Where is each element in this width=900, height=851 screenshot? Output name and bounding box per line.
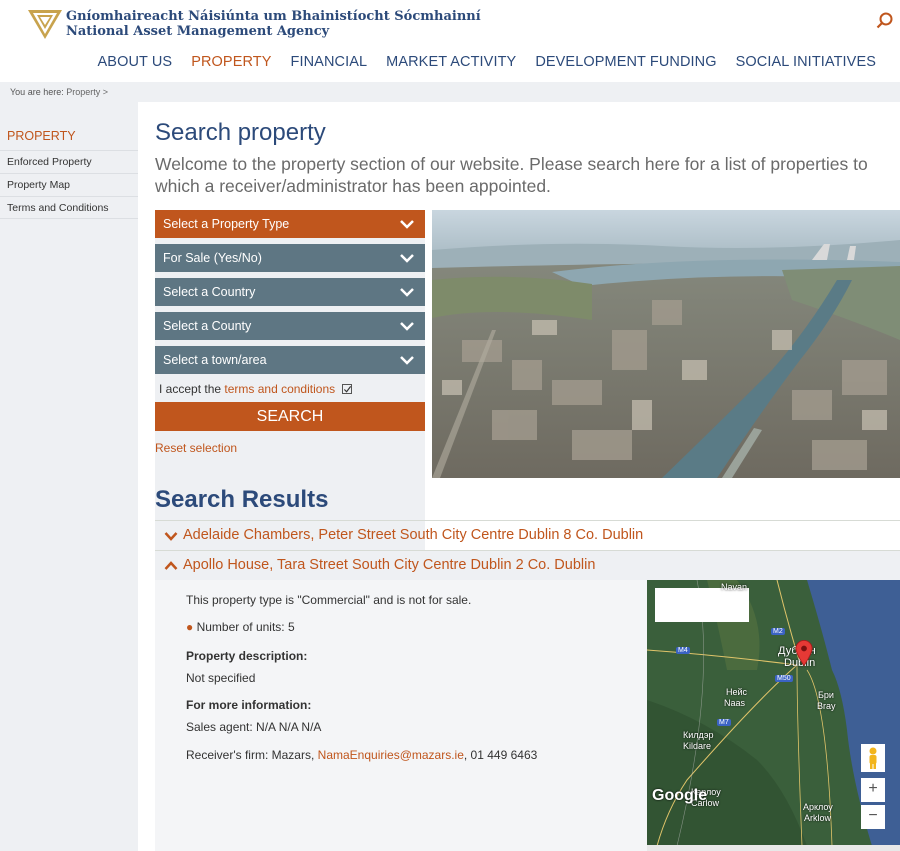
breadcrumb-prefix: You are here:: [10, 87, 64, 97]
sidebar-item-enforced-property[interactable]: Enforced Property: [0, 150, 138, 173]
org-name[interactable]: Gníomhaireacht Náisiúnta um Bhainistíoch…: [66, 9, 481, 39]
sidebar-item-property-map[interactable]: Property Map: [0, 173, 138, 196]
nav-about-us[interactable]: ABOUT US: [98, 54, 173, 70]
check-icon: [344, 385, 352, 393]
units-text: Number of units: 5: [196, 620, 295, 634]
description-value: Not specified: [186, 671, 256, 685]
org-name-irish: Gníomhaireacht Náisiúnta um Bhainistíoch…: [66, 9, 481, 24]
country-select[interactable]: Select a Country: [155, 278, 425, 306]
map-footer-bar: [647, 845, 900, 851]
terms-link[interactable]: terms and conditions: [224, 382, 335, 396]
search-results-title: Search Results: [155, 486, 329, 513]
chevron-down-icon: [400, 288, 414, 297]
map-zoom-out-button[interactable]: −: [861, 805, 885, 829]
receiver-email-link[interactable]: NamaEnquiries@mazars.ie: [318, 748, 464, 762]
map-label-bray: Bray: [817, 701, 836, 711]
info-heading: For more information:: [186, 698, 312, 712]
result-title: Apollo House, Tara Street South City Cen…: [183, 557, 596, 573]
google-logo: Google: [652, 787, 708, 804]
for-sale-label: For Sale (Yes/No): [163, 251, 262, 265]
sidebar: PROPERTY Enforced Property Property Map …: [0, 102, 138, 851]
chevron-up-icon: [164, 561, 178, 570]
pegman-icon: [869, 747, 877, 769]
result-detail: This property type is "Commercial" and i…: [155, 580, 647, 851]
result-title: Adelaide Chambers, Peter Street South Ci…: [183, 527, 644, 543]
map-label-kildare: Kildare: [683, 741, 712, 751]
sidebar-heading[interactable]: PROPERTY: [7, 129, 76, 143]
page-title: Search property: [155, 119, 326, 146]
nama-logo-icon[interactable]: [28, 8, 62, 40]
nav-property[interactable]: PROPERTY: [191, 54, 271, 70]
map-label-arklow: Arklow: [804, 813, 832, 823]
map-zoom-in-button[interactable]: +: [861, 778, 885, 802]
map-road-m50: M50: [775, 675, 793, 682]
for-sale-select[interactable]: For Sale (Yes/No): [155, 244, 425, 272]
country-label: Select a Country: [163, 285, 256, 299]
description-heading: Property description:: [186, 649, 308, 663]
main-nav: ABOUT US PROPERTY FINANCIAL MARKET ACTIV…: [79, 54, 876, 70]
result-apollo-house[interactable]: Apollo House, Tara Street South City Cen…: [155, 550, 900, 580]
map-road-m7: M7: [717, 719, 731, 726]
map-label-naas: Naas: [724, 698, 746, 708]
property-type-select[interactable]: Select a Property Type: [155, 210, 425, 238]
search-icon[interactable]: [876, 12, 894, 30]
property-type-line: This property type is "Commercial" and i…: [186, 593, 472, 607]
street-view-pegman[interactable]: [861, 744, 885, 772]
map-label-arklow-cyrillic: Арклоу: [803, 802, 833, 812]
terms-checkbox[interactable]: [342, 384, 353, 394]
county-select[interactable]: Select a County: [155, 312, 425, 340]
map-label-kildare-cyrillic: Килдэр: [683, 730, 714, 740]
nav-financial[interactable]: FINANCIAL: [291, 54, 368, 70]
receiver-phone: , 01 449 6463: [463, 748, 538, 762]
breadcrumb: You are here: Property >: [0, 82, 900, 102]
dublin-aerial-photo: [432, 210, 900, 478]
bullet-icon: ●: [186, 620, 194, 634]
receiver-prefix: Receiver's firm: Mazars,: [186, 748, 315, 762]
map-road-m2: M2: [771, 628, 785, 635]
town-area-label: Select a town/area: [163, 353, 267, 367]
map-type-control[interactable]: [655, 588, 749, 622]
chevron-down-icon: [400, 322, 414, 331]
chevron-down-icon: [400, 254, 414, 263]
map-pin-icon[interactable]: [795, 639, 813, 667]
breadcrumb-property[interactable]: Property >: [66, 87, 108, 97]
map-road-m4: M4: [676, 647, 690, 654]
sidebar-item-terms[interactable]: Terms and Conditions: [0, 196, 138, 219]
site-header: Gníomhaireacht Náisiúnta um Bhainistíoch…: [0, 0, 900, 82]
nav-development-funding[interactable]: DEVELOPMENT FUNDING: [535, 54, 716, 70]
org-name-english: National Asset Management Agency: [66, 24, 330, 39]
reset-selection-link[interactable]: Reset selection: [155, 441, 237, 455]
sales-agent-line: Sales agent: N/A N/A N/A: [186, 720, 322, 734]
property-map[interactable]: Navan Дублин Dublin Нейс Naas Бри Bray К…: [647, 580, 900, 846]
nav-market-activity[interactable]: MARKET ACTIVITY: [386, 54, 516, 70]
main-content: Search property Welcome to the property …: [155, 102, 900, 851]
map-label-naas-cyrillic: Нейс: [726, 687, 748, 697]
chevron-down-icon: [164, 532, 178, 541]
chevron-down-icon: [400, 220, 414, 229]
county-label: Select a County: [163, 319, 252, 333]
terms-acceptance: I accept the terms and conditions: [159, 382, 353, 396]
map-label-bray-cyrillic: Бри: [818, 690, 834, 700]
terms-prefix: I accept the: [159, 382, 222, 396]
nav-social-initiatives[interactable]: SOCIAL INITIATIVES: [736, 54, 876, 70]
search-button[interactable]: SEARCH: [155, 402, 425, 431]
town-area-select[interactable]: Select a town/area: [155, 346, 425, 374]
intro-text: Welcome to the property section of our w…: [155, 154, 868, 196]
units-line: ● Number of units: 5: [186, 620, 295, 634]
property-type-label: Select a Property Type: [163, 217, 290, 231]
result-adelaide-chambers[interactable]: Adelaide Chambers, Peter Street South Ci…: [155, 520, 900, 550]
map-label-navan: Navan: [721, 582, 748, 592]
receiver-line: Receiver's firm: Mazars, NamaEnquiries@m…: [186, 748, 537, 762]
chevron-down-icon: [400, 356, 414, 365]
